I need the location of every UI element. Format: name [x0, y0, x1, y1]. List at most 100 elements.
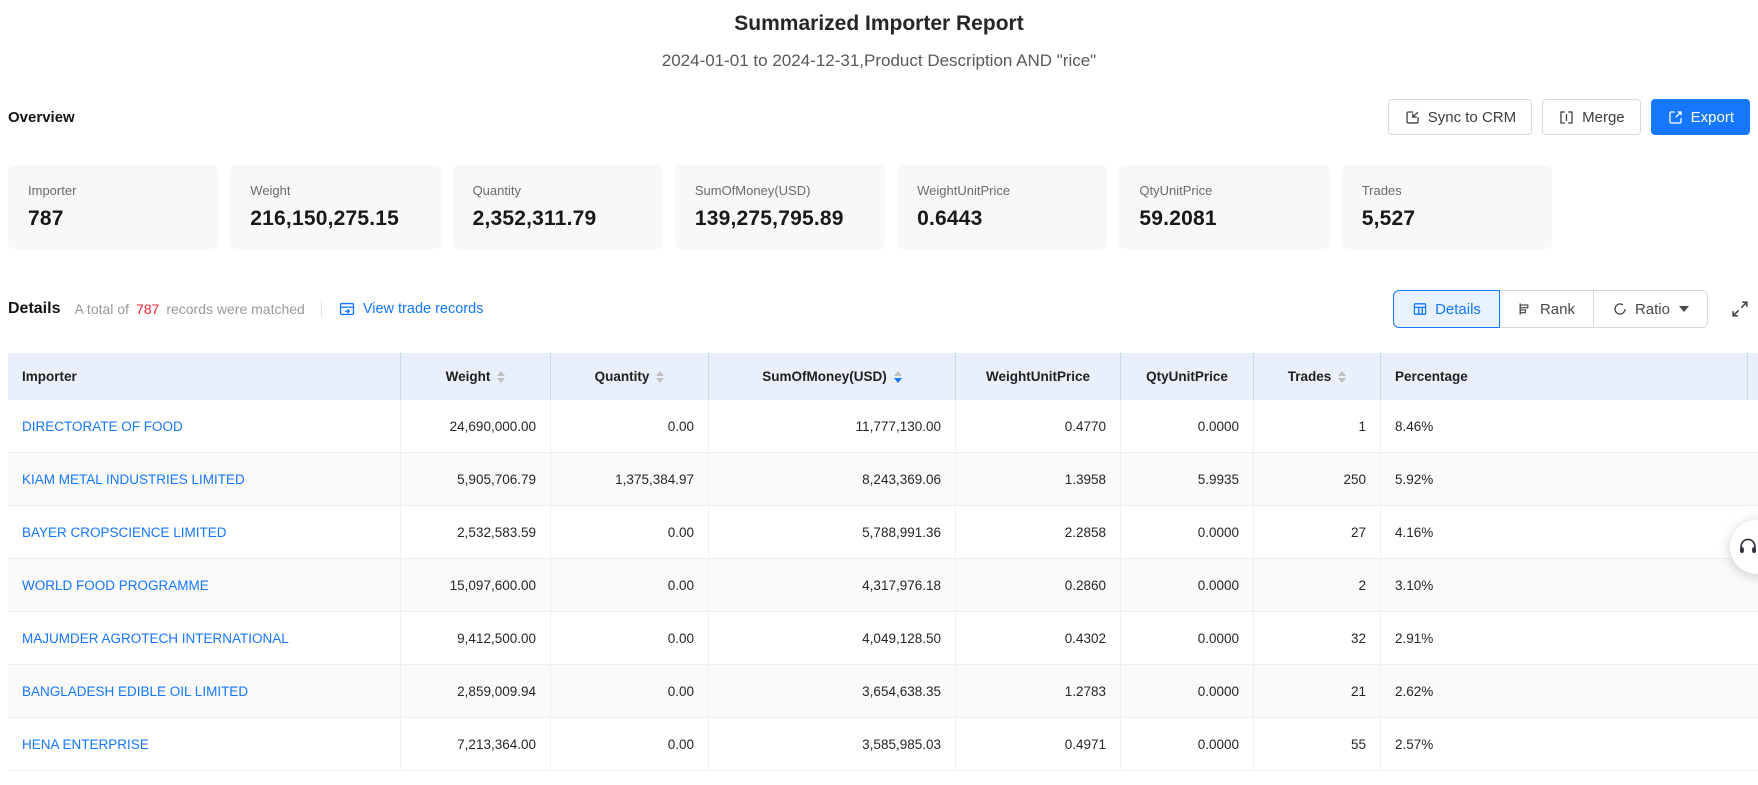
cell-qup: 0.0000 — [1120, 718, 1253, 770]
tab-details-label: Details — [1435, 301, 1481, 318]
cell-trades: 250 — [1253, 453, 1380, 505]
cell-weight: 7,213,364.00 — [400, 718, 550, 770]
cell-qup: 0.0000 — [1120, 665, 1253, 717]
cell-wup: 0.4770 — [955, 400, 1120, 452]
merge-button[interactable]: Merge — [1542, 99, 1641, 135]
export-button[interactable]: Export — [1651, 99, 1750, 135]
table-row: HENA ENTERPRISE7,213,364.000.003,585,985… — [8, 718, 1758, 771]
export-icon — [1667, 109, 1684, 126]
table-row: BANGLADESH EDIBLE OIL LIMITED 2,859,009.9… — [8, 665, 1758, 718]
cell-weight: 2,859,009.94 — [400, 665, 550, 717]
importers-table: ImporterWeightQuantitySumOfMoney(USD)Wei… — [8, 353, 1758, 771]
importer-link[interactable]: HENA ENTERPRISE — [22, 737, 149, 752]
table-body: DIRECTORATE OF FOOD24,690,000.000.0011,7… — [8, 400, 1758, 771]
cell-importer: HENA ENTERPRISE — [8, 718, 400, 770]
tab-details[interactable]: Details — [1394, 291, 1499, 327]
table-row: WORLD FOOD PROGRAMME15,097,600.000.004,3… — [8, 559, 1758, 612]
column-header-weight[interactable]: Weight — [400, 353, 550, 400]
column-header-quantity[interactable]: Quantity — [550, 353, 708, 400]
stat-card: Importer 787 — [8, 165, 218, 249]
importer-report-page: Summarized Importer Report 2024-01-01 to… — [0, 0, 1758, 785]
cell-weight: 24,690,000.00 — [400, 400, 550, 452]
overview-actions: Sync to CRM Merge Export — [1388, 99, 1750, 135]
importer-link[interactable]: MAJUMDER AGROTECH INTERNATIONAL — [22, 631, 289, 646]
cell-wup: 1.2783 — [955, 665, 1120, 717]
stat-card: Quantity 2,352,311.79 — [453, 165, 663, 249]
tab-rank[interactable]: Rank — [1499, 291, 1593, 327]
stat-card: QtyUnitPrice 59.2081 — [1119, 165, 1329, 249]
cell-quantity: 0.00 — [550, 718, 708, 770]
stat-card-value: 787 — [28, 207, 198, 231]
column-header-qup: QtyUnitPrice — [1120, 353, 1253, 400]
stat-card-label: SumOfMoney(USD) — [695, 183, 865, 198]
cell-qup: 0.0000 — [1120, 612, 1253, 664]
importer-link[interactable]: BANGLADESH EDIBLE OIL LIMITED — [22, 684, 248, 699]
divider — [321, 301, 322, 317]
column-label: Percentage — [1395, 369, 1468, 384]
stat-card-value: 5,527 — [1362, 207, 1532, 231]
cell-sum: 4,049,128.50 — [708, 612, 955, 664]
cell-qup: 5.9935 — [1120, 453, 1253, 505]
column-label: Importer — [22, 369, 77, 384]
table-row: MAJUMDER AGROTECH INTERNATIONAL9,412,500… — [8, 612, 1758, 665]
importer-link[interactable]: DIRECTORATE OF FOOD — [22, 419, 183, 434]
cell-pct: 4.16% — [1380, 506, 1758, 558]
fullscreen-icon — [1730, 299, 1750, 319]
column-label: Quantity — [595, 369, 650, 384]
stat-card-label: WeightUnitPrice — [917, 183, 1087, 198]
cell-trades: 2 — [1253, 559, 1380, 611]
ratio-icon — [1612, 301, 1628, 317]
stat-card-label: Trades — [1362, 183, 1532, 198]
importer-link[interactable]: BAYER CROPSCIENCE LIMITED — [22, 525, 227, 540]
column-header-importer: Importer — [8, 353, 400, 400]
rank-icon — [1517, 301, 1533, 317]
cell-wup: 1.3958 — [955, 453, 1120, 505]
stats-cards: Importer 787 Weight 216,150,275.15 Quant… — [8, 165, 1552, 249]
importer-link[interactable]: KIAM METAL INDUSTRIES LIMITED — [22, 472, 245, 487]
cell-pct: 8.46% — [1380, 400, 1758, 452]
view-trade-records-link[interactable]: View trade records — [338, 300, 484, 318]
sort-carets — [656, 371, 664, 383]
chevron-down-icon — [1679, 306, 1689, 312]
cell-wup: 0.4302 — [955, 612, 1120, 664]
column-label: Trades — [1288, 369, 1332, 384]
view-trade-records-label: View trade records — [363, 301, 484, 317]
tab-ratio[interactable]: Ratio — [1593, 291, 1707, 327]
cell-wup: 0.2860 — [955, 559, 1120, 611]
column-header-trades[interactable]: Trades — [1253, 353, 1380, 400]
cell-weight: 5,905,706.79 — [400, 453, 550, 505]
headset-icon — [1737, 536, 1758, 558]
stat-card-label: Quantity — [473, 183, 643, 198]
stat-card: WeightUnitPrice 0.6443 — [897, 165, 1107, 249]
stat-card-label: Weight — [250, 183, 420, 198]
cell-wup: 0.4971 — [955, 718, 1120, 770]
cell-trades: 21 — [1253, 665, 1380, 717]
cell-importer: DIRECTORATE OF FOOD — [8, 400, 400, 452]
cell-trades: 27 — [1253, 506, 1380, 558]
cell-quantity: 0.00 — [550, 400, 708, 452]
cell-trades: 32 — [1253, 612, 1380, 664]
stat-card: Weight 216,150,275.15 — [230, 165, 440, 249]
column-header-sum[interactable]: SumOfMoney(USD) — [708, 353, 955, 400]
merge-icon — [1558, 109, 1575, 126]
sync-to-crm-label: Sync to CRM — [1428, 109, 1516, 126]
sync-to-crm-button[interactable]: Sync to CRM — [1388, 99, 1532, 135]
sync-icon — [1404, 109, 1421, 126]
stat-card: Trades 5,527 — [1342, 165, 1552, 249]
cell-sum: 4,317,976.18 — [708, 559, 955, 611]
stat-card-value: 59.2081 — [1139, 207, 1309, 231]
view-mode-group: Details Rank Ratio — [1393, 290, 1708, 328]
matched-suffix: records were matched — [166, 301, 305, 317]
column-label: QtyUnitPrice — [1146, 369, 1228, 384]
cell-weight: 2,532,583.59 — [400, 506, 550, 558]
column-label: Weight — [446, 369, 491, 384]
details-heading: Details — [8, 300, 60, 318]
fullscreen-button[interactable] — [1730, 299, 1750, 319]
cell-sum: 5,788,991.36 — [708, 506, 955, 558]
cell-qup: 0.0000 — [1120, 559, 1253, 611]
overview-bar: Overview Sync to CRM Merge — [0, 99, 1758, 135]
importer-link[interactable]: WORLD FOOD PROGRAMME — [22, 578, 209, 593]
cell-qup: 0.0000 — [1120, 506, 1253, 558]
stat-card-label: QtyUnitPrice — [1139, 183, 1309, 198]
cell-quantity: 0.00 — [550, 506, 708, 558]
